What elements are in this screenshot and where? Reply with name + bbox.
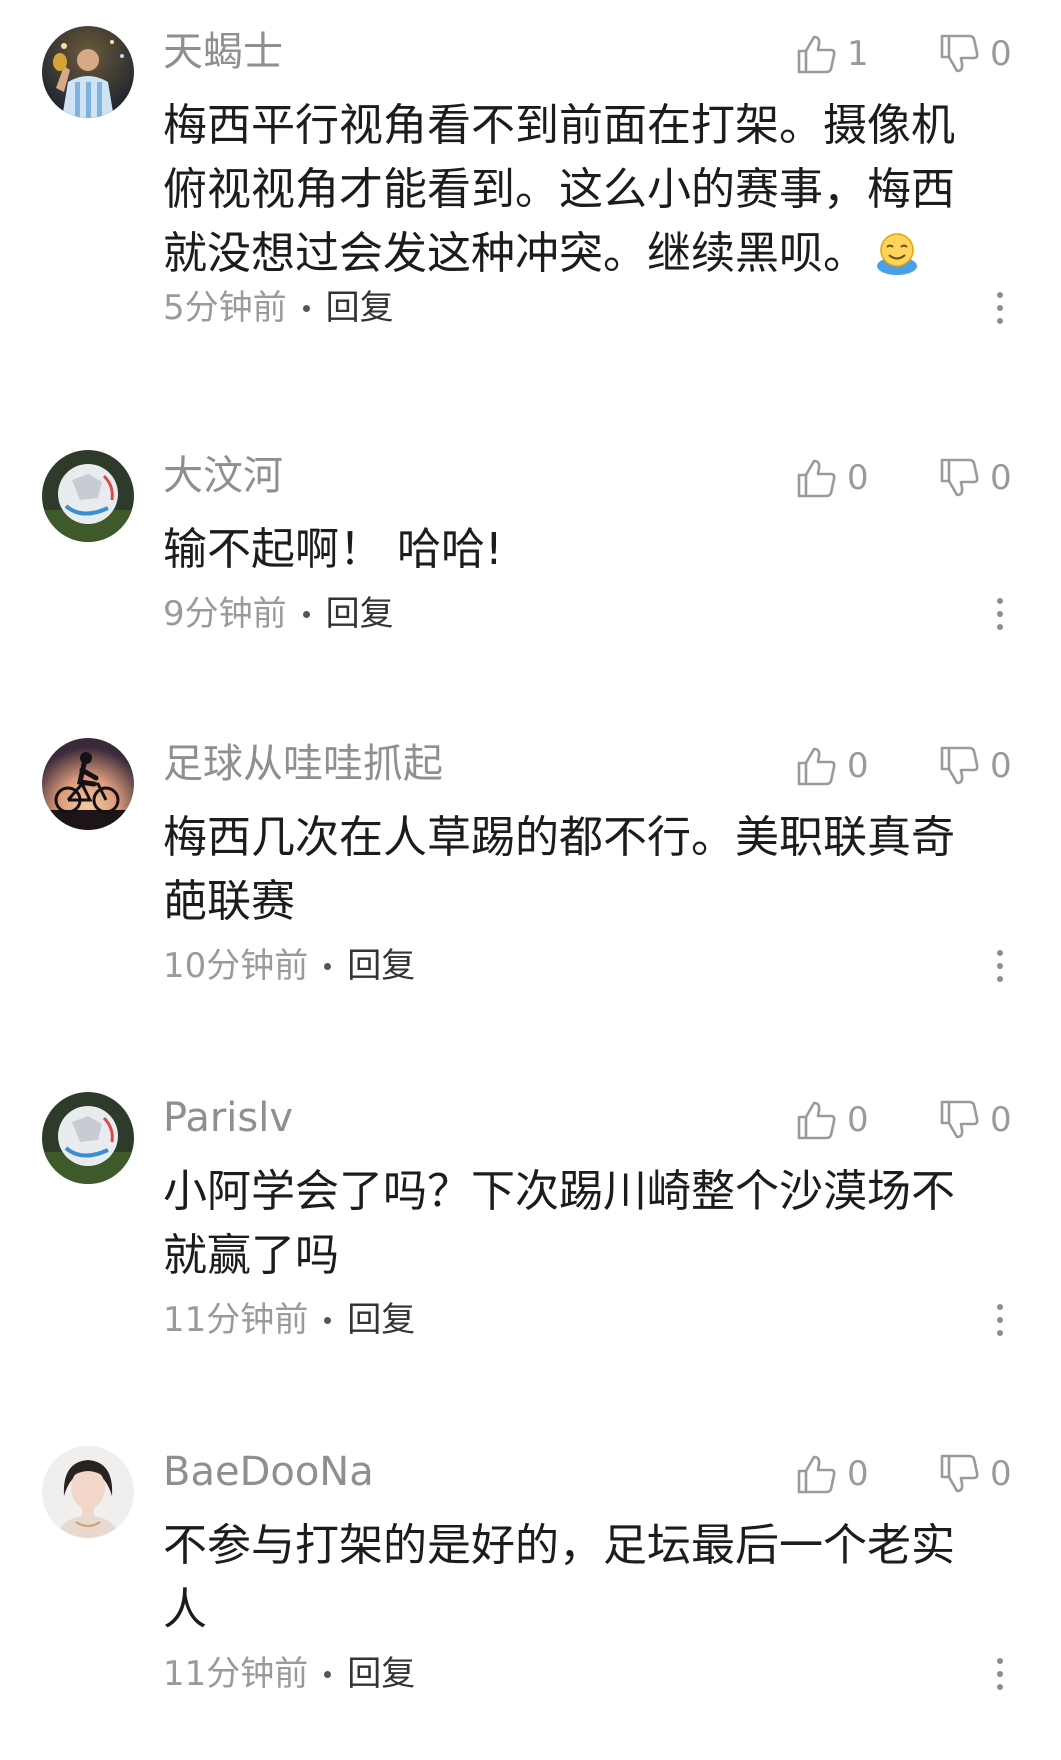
timestamp: 9分钟前 — [163, 594, 287, 634]
comment-text: 小阿学会了吗？下次踢川崎整个沙漠场不就赢了吗 — [163, 1166, 955, 1281]
smiling-face-emoji-icon — [877, 233, 917, 275]
thumbs-down-icon — [940, 458, 979, 497]
like-button[interactable]: 1 — [795, 32, 869, 76]
comment-text: 梅西几次在人草踢的都不行。美职联真奇葩联赛 — [163, 812, 955, 927]
thumbs-up-icon — [797, 1455, 836, 1494]
dislike-button[interactable]: 0 — [938, 456, 1012, 500]
thumbs-up-icon — [797, 747, 836, 786]
more-options-icon[interactable] — [986, 1296, 1014, 1344]
like-count: 0 — [847, 1454, 869, 1494]
dislike-count: 0 — [990, 34, 1012, 74]
thumbs-up-icon — [797, 1101, 836, 1140]
like-count: 0 — [847, 458, 869, 498]
username[interactable]: 足球从哇哇抓起 — [163, 740, 443, 788]
separator-dot — [324, 962, 332, 970]
football-avatar-icon — [42, 450, 134, 542]
thumbs-up-icon — [797, 35, 836, 74]
like-count: 1 — [847, 34, 869, 74]
avatar[interactable] — [42, 450, 134, 542]
cyclist-sunset-avatar-icon — [42, 738, 134, 830]
comment-text: 输不起啊！ 哈哈! — [163, 524, 503, 575]
more-options-icon[interactable] — [986, 284, 1014, 332]
like-button[interactable]: 0 — [795, 744, 869, 788]
thumbs-down-icon — [940, 1100, 979, 1139]
timestamp: 11分钟前 — [163, 1654, 309, 1694]
reply-button[interactable]: 回复 — [347, 1296, 415, 1344]
dislike-count: 0 — [990, 1454, 1012, 1494]
woman-portrait-avatar-icon — [42, 1446, 134, 1538]
comment-list: 天蝎士 1 0 梅西平行视角看不到前面在打架。摄像机俯视视角才能看到。这么小的赛… — [0, 0, 1061, 1760]
username[interactable]: Parislv — [163, 1094, 293, 1142]
thumbs-down-icon — [940, 34, 979, 73]
like-button[interactable]: 0 — [795, 1452, 869, 1496]
reply-button[interactable]: 回复 — [326, 590, 394, 638]
like-button[interactable]: 0 — [795, 456, 869, 500]
reply-button[interactable]: 回复 — [326, 284, 394, 332]
dislike-count: 0 — [990, 1100, 1012, 1140]
separator-dot — [324, 1316, 332, 1324]
dislike-count: 0 — [990, 458, 1012, 498]
separator-dot — [324, 1670, 332, 1678]
timestamp: 11分钟前 — [163, 1300, 309, 1340]
dislike-button[interactable]: 0 — [938, 1098, 1012, 1142]
separator-dot — [302, 610, 310, 618]
avatar[interactable] — [42, 738, 134, 830]
more-options-icon[interactable] — [986, 942, 1014, 990]
like-button[interactable]: 0 — [795, 1098, 869, 1142]
comment-text-content: 梅西平行视角看不到前面在打架。摄像机俯视视角才能看到。这么小的赛事，梅西就没想过… — [163, 100, 955, 279]
comment-meta: 11分钟前 回复 — [163, 1650, 415, 1698]
comment-meta: 5分钟前 回复 — [163, 284, 394, 332]
more-options-icon[interactable] — [986, 1650, 1014, 1698]
like-count: 0 — [847, 1100, 869, 1140]
dislike-button[interactable]: 0 — [938, 744, 1012, 788]
comment-text: 不参与打架的是好的，足坛最后一个老实人 — [163, 1520, 955, 1635]
timestamp: 10分钟前 — [163, 946, 309, 986]
dislike-count: 0 — [990, 746, 1012, 786]
more-options-icon[interactable] — [986, 590, 1014, 638]
comment-meta: 10分钟前 回复 — [163, 942, 415, 990]
avatar[interactable] — [42, 26, 134, 118]
avatar[interactable] — [42, 1446, 134, 1538]
reply-button[interactable]: 回复 — [347, 942, 415, 990]
dislike-button[interactable]: 0 — [938, 1452, 1012, 1496]
thumbs-up-icon — [797, 459, 836, 498]
separator-dot — [302, 304, 310, 312]
like-count: 0 — [847, 746, 869, 786]
comment-meta: 9分钟前 回复 — [163, 590, 394, 638]
thumbs-down-icon — [940, 746, 979, 785]
timestamp: 5分钟前 — [163, 288, 287, 328]
football-avatar-icon — [42, 1092, 134, 1184]
thumbs-down-icon — [940, 1454, 979, 1493]
reply-button[interactable]: 回复 — [347, 1650, 415, 1698]
comment-text: 梅西平行视角看不到前面在打架。摄像机俯视视角才能看到。这么小的赛事，梅西就没想过… — [163, 94, 993, 286]
dislike-button[interactable]: 0 — [938, 32, 1012, 76]
comment-meta: 11分钟前 回复 — [163, 1296, 415, 1344]
username[interactable]: 大汶河 — [163, 452, 283, 500]
username[interactable]: BaeDooNa — [163, 1448, 374, 1496]
username[interactable]: 天蝎士 — [163, 28, 283, 76]
player-celebrating-avatar-icon — [42, 26, 134, 118]
avatar[interactable] — [42, 1092, 134, 1184]
